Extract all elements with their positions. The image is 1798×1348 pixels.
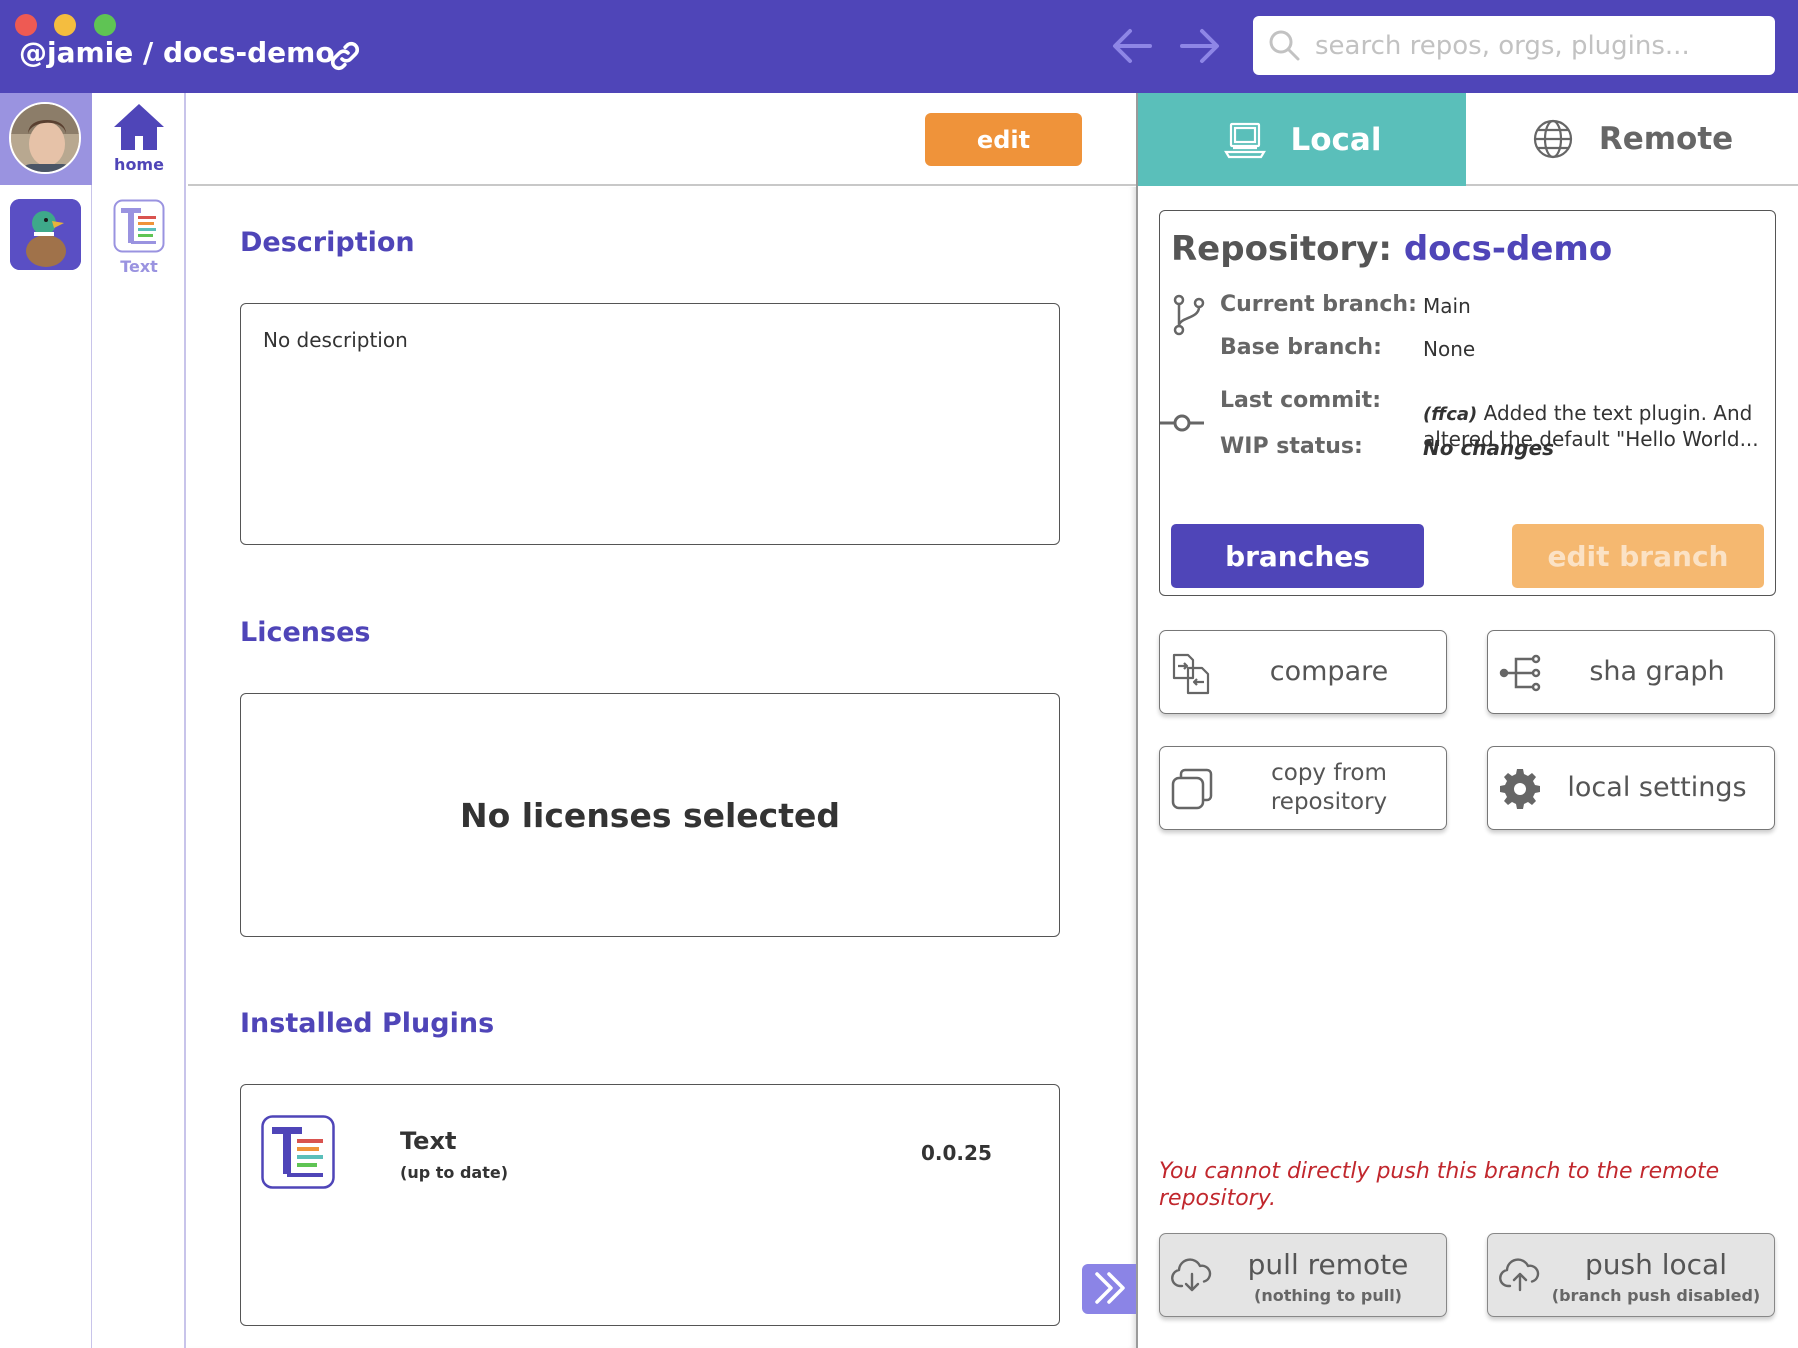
close-window-button[interactable]	[15, 14, 37, 36]
search-box	[1253, 16, 1775, 75]
home-label: home	[114, 155, 164, 174]
duck-icon	[10, 199, 81, 270]
plugin-column: home Text	[92, 93, 186, 1348]
org-logo-duck[interactable]	[10, 199, 81, 270]
plugin-status: (up to date)	[400, 1163, 508, 1182]
current-branch-label: Current branch:	[1220, 292, 1417, 317]
gear-icon	[1500, 769, 1540, 809]
search-input[interactable]	[1315, 16, 1765, 75]
title-bar: @jamie / docs-demo	[0, 0, 1798, 93]
user-avatar[interactable]	[9, 102, 81, 174]
commit-icon	[1160, 414, 1204, 432]
copy-icon	[1171, 768, 1213, 810]
wip-status-value: No changes	[1423, 436, 1555, 460]
sha-graph-icon	[1499, 654, 1541, 692]
pull-remote-sublabel: (nothing to pull)	[1254, 1286, 1402, 1305]
push-warning-text: You cannot directly push this branch to …	[1159, 1159, 1720, 1211]
avatar-highlight	[0, 93, 92, 185]
text-plugin-button[interactable]: Text	[92, 199, 186, 285]
cloud-download-icon	[1171, 1258, 1212, 1292]
tab-remote[interactable]: Remote	[1466, 93, 1798, 186]
globe-icon	[1533, 119, 1572, 158]
laptop-icon	[1223, 122, 1266, 158]
tab-local[interactable]: Local	[1138, 93, 1466, 186]
expand-panel-button[interactable]	[1082, 1264, 1136, 1314]
repository-label: Repository:	[1171, 229, 1392, 269]
local-settings-button[interactable]: local settings	[1487, 746, 1775, 830]
minimize-window-button[interactable]	[54, 14, 76, 36]
cloud-upload-icon	[1499, 1258, 1540, 1292]
local-settings-label: local settings	[1567, 772, 1747, 803]
plugin-list-item[interactable]: Text (up to date) 0.0.25	[240, 1084, 1060, 1326]
current-branch-value: Main	[1423, 294, 1471, 318]
tab-local-label: Local	[1290, 121, 1382, 158]
description-heading: Description	[240, 227, 415, 258]
licenses-card: No licenses selected	[240, 693, 1060, 937]
pull-remote-button[interactable]: pull remote (nothing to pull)	[1159, 1233, 1447, 1317]
repository-heading: Repository: docs-demo	[1171, 229, 1612, 269]
account-rail	[0, 93, 92, 1348]
push-local-label: push local	[1585, 1248, 1727, 1281]
commit-hash: (ffca)	[1423, 404, 1478, 425]
repository-info-card: Repository: docs-demo Current branch: Ma…	[1159, 210, 1776, 596]
forward-arrow-icon[interactable]	[1178, 26, 1222, 66]
pull-remote-label: pull remote	[1247, 1248, 1409, 1281]
repository-name: docs-demo	[1403, 229, 1613, 269]
edit-button[interactable]: edit	[925, 113, 1082, 166]
link-icon[interactable]	[327, 38, 363, 74]
repo-path-title: @jamie / docs-demo	[19, 36, 335, 69]
plugin-name: Text	[400, 1127, 457, 1155]
branches-button[interactable]: branches	[1171, 524, 1424, 588]
licenses-heading: Licenses	[240, 617, 371, 648]
search-icon	[1269, 30, 1300, 61]
base-branch-label: Base branch:	[1220, 335, 1382, 360]
description-text: No description	[263, 328, 408, 352]
installed-plugins-heading: Installed Plugins	[240, 1008, 495, 1039]
plugin-version: 0.0.25	[921, 1141, 992, 1165]
home-icon	[114, 104, 164, 150]
compare-icon	[1172, 653, 1210, 695]
text-plugin-icon	[261, 1115, 335, 1189]
maximize-window-button[interactable]	[94, 14, 116, 36]
push-local-button[interactable]: push local (branch push disabled)	[1487, 1233, 1775, 1317]
avatar-image	[11, 104, 79, 172]
wip-status-label: WIP status:	[1220, 434, 1363, 459]
sha-graph-button[interactable]: sha graph	[1487, 630, 1775, 714]
back-arrow-icon[interactable]	[1110, 26, 1154, 66]
last-commit-label: Last commit:	[1220, 388, 1381, 413]
base-branch-value: None	[1423, 337, 1476, 361]
no-licenses-text: No licenses selected	[459, 795, 841, 835]
version-control-panel: Local Remote Repository: docs-demo Curre…	[1138, 93, 1798, 1348]
push-local-sublabel: (branch push disabled)	[1551, 1286, 1761, 1305]
text-plugin-label: Text	[120, 257, 158, 276]
copy-from-repository-button[interactable]: copy from repository	[1159, 746, 1447, 830]
main-content: Description No description Licenses No l…	[188, 187, 1136, 1348]
branch-icon	[1173, 294, 1205, 336]
description-card: No description	[240, 303, 1060, 545]
double-chevron-right-icon	[1095, 1271, 1125, 1304]
compare-button[interactable]: compare	[1159, 630, 1447, 714]
main-header: edit	[188, 93, 1136, 186]
edit-branch-button[interactable]: edit branch	[1512, 524, 1764, 588]
home-button[interactable]: home	[92, 101, 186, 181]
tab-remote-label: Remote	[1598, 120, 1734, 157]
text-plugin-icon	[113, 199, 165, 253]
copy-from-repository-label: copy from repository	[1270, 760, 1388, 815]
sha-graph-label: sha graph	[1589, 656, 1725, 687]
compare-label: compare	[1269, 656, 1389, 687]
